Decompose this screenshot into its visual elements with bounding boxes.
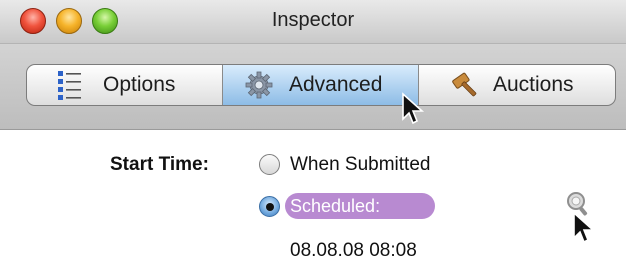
tab-auctions[interactable]: Auctions [419, 65, 615, 105]
toolbar: Options Advanced Auctions [0, 44, 626, 130]
scheduled-datetime-value[interactable]: 08.08.08 08:08 [290, 240, 417, 262]
inspector-window: Inspector Options Advanced Auctions Star… [0, 0, 626, 264]
tab-advanced[interactable]: Advanced [223, 65, 419, 105]
mouse-pointer-icon [402, 92, 425, 125]
window-title: Inspector [271, 9, 355, 31]
gavel-icon [452, 72, 477, 97]
when-submitted-radio[interactable] [259, 154, 280, 175]
scheduled-token[interactable]: Scheduled: [285, 193, 435, 219]
mouse-pointer-icon-2 [573, 211, 596, 244]
radio-selected-dot [266, 203, 274, 211]
tab-advanced-label: Advanced [289, 73, 383, 96]
tab-options-label: Options [103, 73, 176, 96]
scheduled-label: Scheduled: [290, 196, 381, 216]
tab-segmented-control: Options Advanced Auctions [26, 64, 616, 106]
tab-options[interactable]: Options [27, 65, 223, 105]
when-submitted-label[interactable]: When Submitted [290, 154, 430, 176]
title-bar: Inspector [0, 0, 626, 44]
tab-auctions-label: Auctions [493, 73, 574, 96]
checklist-icon [58, 71, 81, 100]
gear-icon [245, 71, 273, 99]
scheduled-radio[interactable] [259, 196, 280, 217]
start-time-label: Start Time: [110, 154, 209, 175]
